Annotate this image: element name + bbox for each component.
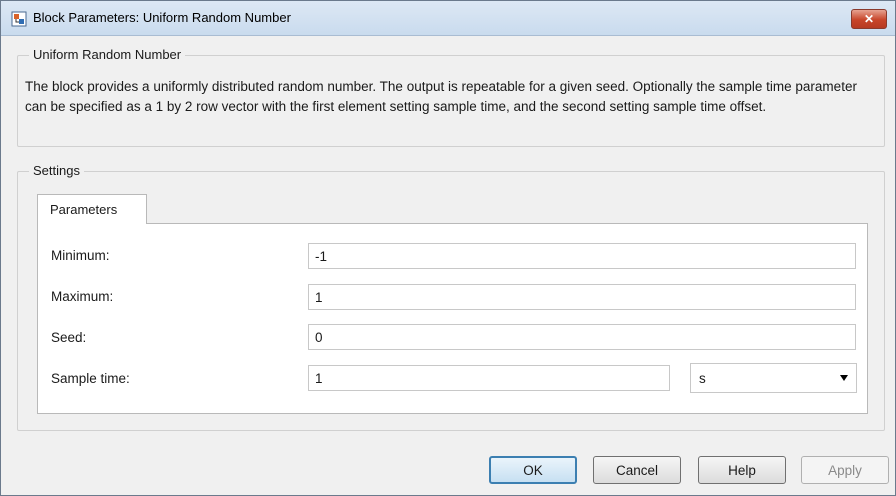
settings-header: Settings: [29, 163, 84, 178]
seed-value: 0: [315, 329, 323, 345]
apply-button: Apply: [801, 456, 889, 484]
help-button[interactable]: Help: [698, 456, 786, 484]
minimum-label: Minimum:: [51, 248, 110, 263]
title-bar[interactable]: Block Parameters: Uniform Random Number …: [1, 1, 895, 36]
minimum-field[interactable]: -1: [308, 243, 856, 269]
chevron-down-icon: [840, 375, 848, 381]
seed-label: Seed:: [51, 330, 87, 345]
maximum-label: Maximum:: [51, 289, 114, 304]
block-parameters-dialog: Block Parameters: Uniform Random Number …: [0, 0, 896, 496]
sample-time-label: Sample time:: [51, 371, 130, 386]
cancel-button-label: Cancel: [615, 462, 659, 478]
ok-button-label: OK: [523, 462, 543, 478]
cancel-button[interactable]: Cancel: [593, 456, 681, 484]
help-button-label: Help: [728, 462, 756, 478]
maximum-value: 1: [315, 289, 323, 305]
close-button[interactable]: ✕: [851, 9, 887, 29]
sample-time-field[interactable]: 1: [308, 365, 670, 391]
block-name-header: Uniform Random Number: [29, 47, 186, 62]
apply-button-label: Apply: [828, 462, 862, 478]
tab-parameters-label: Parameters: [50, 202, 118, 217]
maximum-field[interactable]: 1: [308, 284, 856, 310]
block-description: The block provides a uniformly distribut…: [25, 79, 857, 114]
ok-button[interactable]: OK: [489, 456, 577, 484]
sample-time-unit-select[interactable]: s: [690, 363, 857, 393]
tab-parameters[interactable]: Parameters: [37, 194, 147, 224]
seed-field[interactable]: 0: [308, 324, 856, 350]
sample-time-unit-value: s: [699, 370, 706, 386]
window-title: Block Parameters: Uniform Random Number: [33, 10, 291, 25]
minimum-value: -1: [315, 248, 328, 264]
simulink-block-icon: [11, 11, 27, 27]
close-icon: ✕: [863, 12, 875, 26]
sample-time-value: 1: [315, 370, 323, 386]
